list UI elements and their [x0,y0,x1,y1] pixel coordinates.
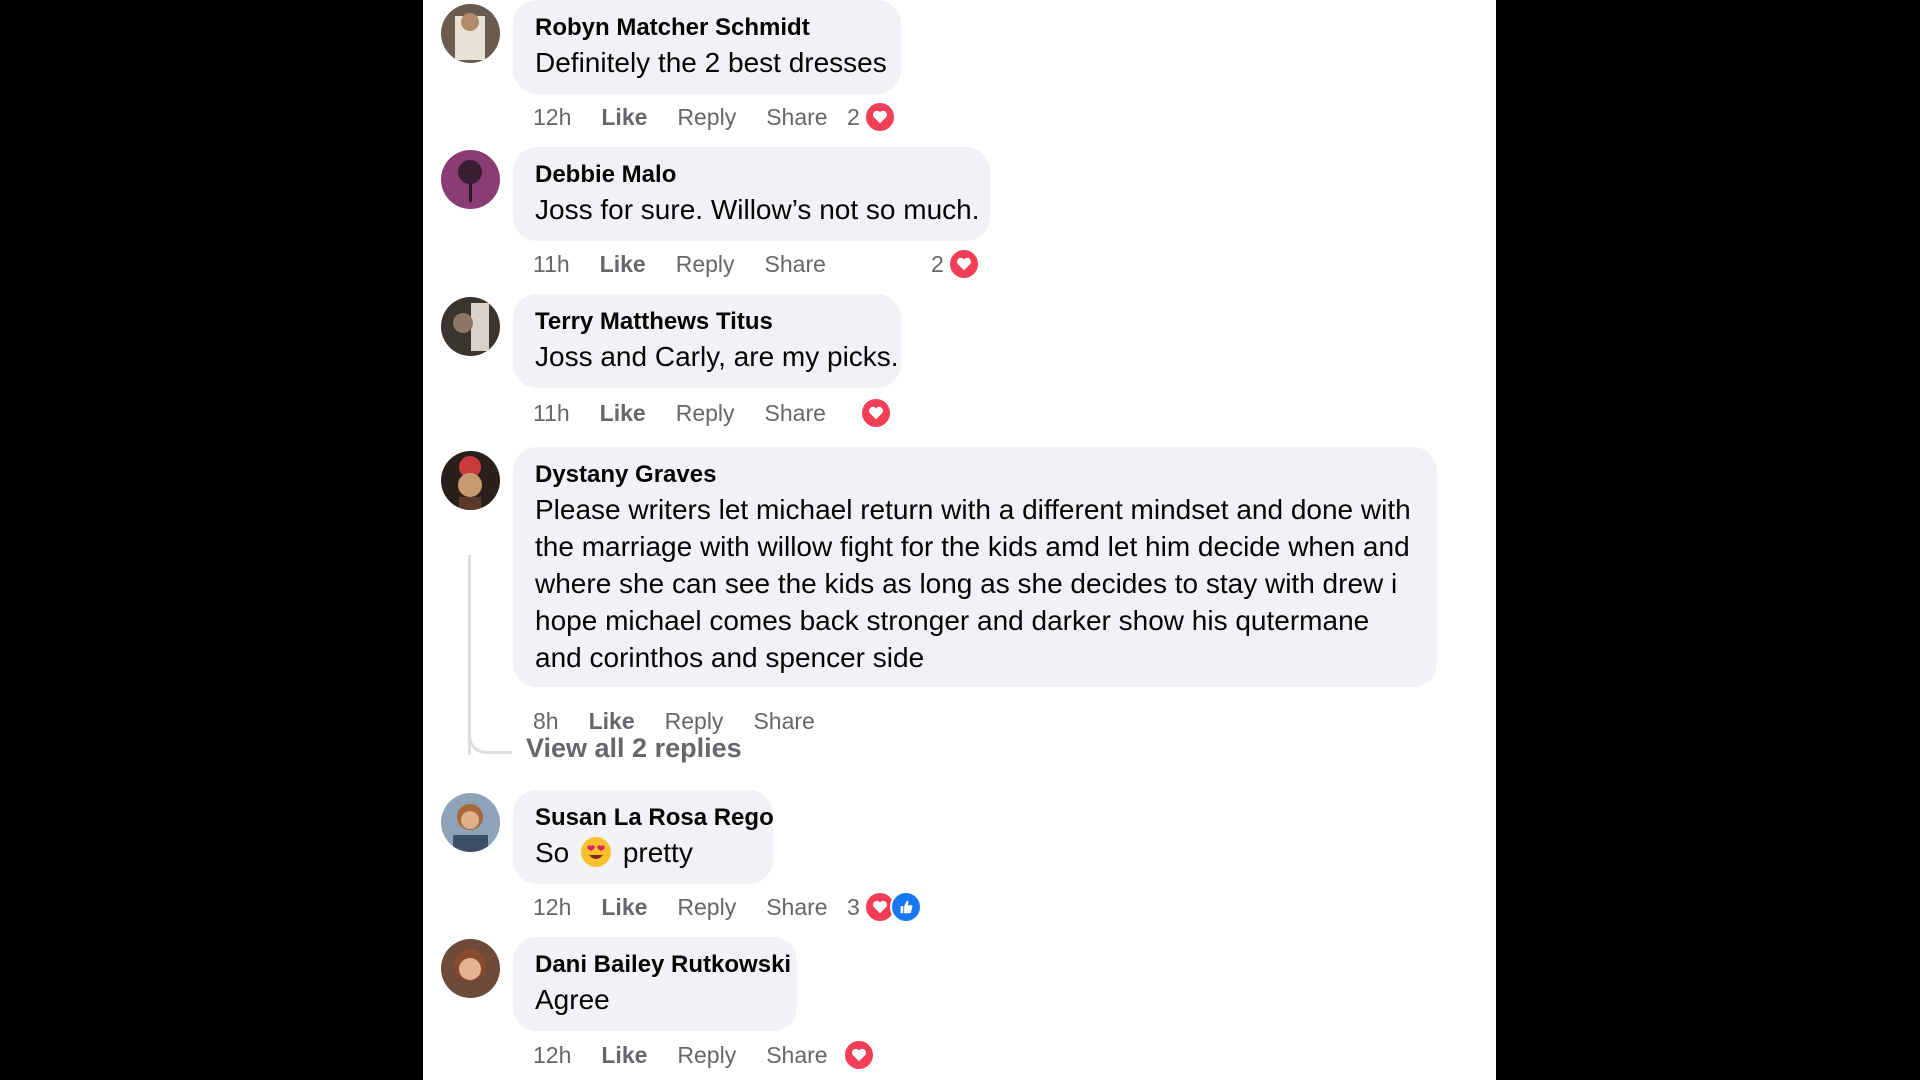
view-replies-link[interactable]: View all 2 replies [526,733,742,764]
comment-time[interactable]: 8h [533,708,559,735]
like-button[interactable]: Like [601,104,647,131]
avatar[interactable] [441,939,500,998]
comment-text-end: pretty [622,837,693,868]
love-reaction-icon [863,101,896,133]
reaction-summary[interactable]: 2 [847,100,896,134]
love-reaction-icon [843,1039,875,1071]
reaction-summary[interactable]: 3 [847,890,922,924]
comment-text: So pretty [535,834,751,871]
reply-button[interactable]: Reply [676,251,735,278]
avatar[interactable] [441,297,500,356]
comment-bubble: Dani Bailey Rutkowski Agree [513,937,797,1031]
heart-eyes-emoji-icon [581,837,612,867]
reply-button[interactable]: Reply [677,1042,736,1069]
comment-time[interactable]: 11h [533,400,570,427]
comment-text: Please writers let michael return with a… [535,494,1411,673]
comment-bubble: Terry Matthews Titus Joss and Carly, are… [513,294,901,388]
reply-button[interactable]: Reply [665,708,724,735]
comment-text: Agree [535,984,610,1015]
reply-button[interactable]: Reply [677,894,736,921]
reply-thread-connector [468,720,512,754]
share-button[interactable]: Share [766,104,827,131]
comment-time[interactable]: 12h [533,894,571,921]
like-button[interactable]: Like [601,1042,647,1069]
comment-author[interactable]: Robyn Matcher Schmidt [535,14,879,42]
comment-text: Definitely the 2 best dresses [535,47,887,78]
avatar[interactable] [441,451,500,510]
like-button[interactable]: Like [600,400,646,427]
comment-author[interactable]: Terry Matthews Titus [535,308,879,336]
comment-actions: 12h Like Reply Share [533,100,858,134]
avatar[interactable] [441,150,500,209]
comment-time[interactable]: 12h [533,104,571,131]
comment-text-start: So [535,837,570,868]
like-reaction-icon [889,891,922,923]
comment-actions: 12h Like Reply Share [533,890,858,924]
comment-bubble: Susan La Rosa Rego So pretty [513,790,774,884]
comment-time[interactable]: 11h [533,251,570,278]
avatar[interactable] [441,793,500,852]
like-button[interactable]: Like [601,894,647,921]
reaction-count: 2 [931,250,944,277]
reaction-count: 3 [847,893,860,920]
like-button[interactable]: Like [600,251,646,278]
share-button[interactable]: Share [766,1042,827,1069]
share-button[interactable]: Share [753,708,814,735]
like-button[interactable]: Like [589,708,635,735]
comment-actions: 12h Like Reply Share [533,1038,858,1072]
comment-bubble: Robyn Matcher Schmidt Definitely the 2 b… [513,0,901,94]
reaction-summary[interactable]: 2 [931,247,980,281]
reply-button[interactable]: Reply [677,104,736,131]
comment-bubble: Debbie Malo Joss for sure. Willow’s not … [513,147,990,241]
comment-author[interactable]: Susan La Rosa Rego [535,804,774,832]
share-button[interactable]: Share [765,400,826,427]
comment-author[interactable]: Dystany Graves [535,461,1415,489]
reply-button[interactable]: Reply [676,400,735,427]
comment-bubble: Dystany Graves Please writers let michae… [513,447,1437,687]
comment-text: Joss for sure. Willow’s not so much. [535,194,980,225]
comment-author[interactable]: Debbie Malo [535,161,968,189]
reaction-count: 2 [847,103,860,130]
comment-author[interactable]: Dani Bailey Rutkowski [535,951,791,979]
comment-text: Joss and Carly, are my picks. [535,341,899,372]
comment-actions: 11h Like Reply Share [533,396,856,430]
share-button[interactable]: Share [765,251,826,278]
reaction-summary[interactable] [860,396,892,430]
comment-actions: 11h Like Reply Share [533,247,856,281]
share-button[interactable]: Share [766,894,827,921]
comment-time[interactable]: 12h [533,1042,571,1069]
love-reaction-icon [947,248,980,280]
comments-panel: Robyn Matcher Schmidt Definitely the 2 b… [423,0,1496,1080]
reaction-summary[interactable] [843,1038,875,1072]
love-reaction-icon [860,397,892,429]
avatar[interactable] [441,4,500,63]
